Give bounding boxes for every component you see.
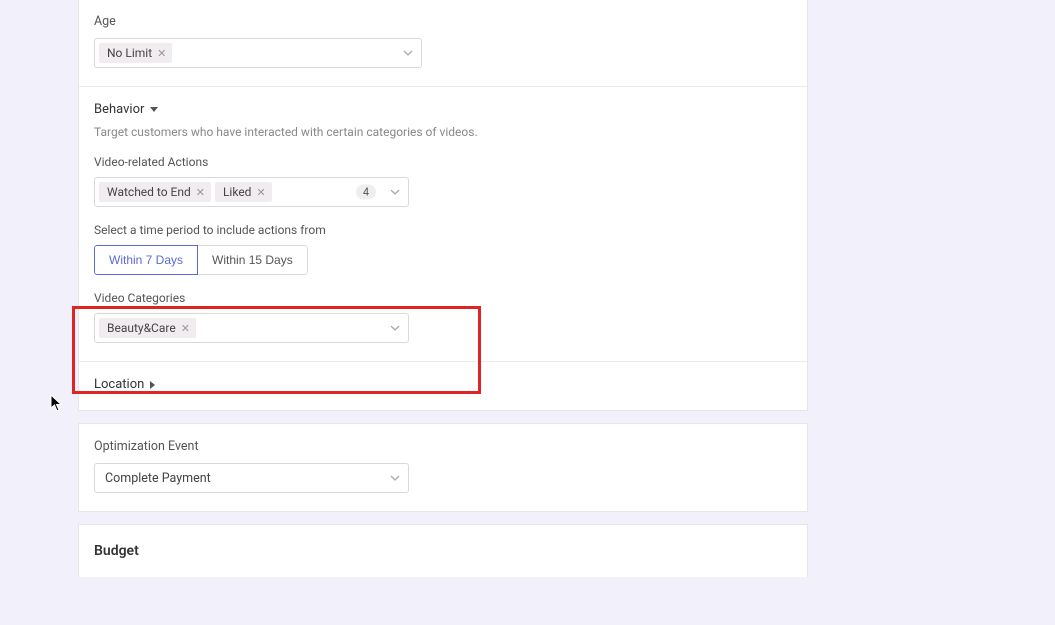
chevron-down-icon <box>390 187 400 197</box>
location-toggle[interactable]: Location <box>94 377 155 392</box>
time-period-option-15[interactable]: Within 15 Days <box>197 245 308 275</box>
targeting-panel: Age No Limit ✕ Behavior Target customers… <box>78 0 808 411</box>
video-categories-label: Video Categories <box>94 291 792 305</box>
optimization-event-value: Complete Payment <box>99 471 211 486</box>
actions-count-badge: 4 <box>356 185 376 200</box>
triangle-right-icon <box>150 381 155 389</box>
behavior-description: Target customers who have interacted wit… <box>94 125 792 139</box>
location-section: Location <box>79 362 807 410</box>
optimization-event-panel: Optimization Event Complete Payment <box>78 423 808 512</box>
cursor-icon <box>50 394 64 412</box>
budget-title: Budget <box>79 525 807 577</box>
age-chip-no-limit: No Limit ✕ <box>99 43 172 63</box>
chip-text: No Limit <box>107 46 152 60</box>
video-actions-select[interactable]: Watched to End ✕ Liked ✕ 4 <box>94 177 409 207</box>
age-select[interactable]: No Limit ✕ <box>94 38 422 68</box>
remove-chip-icon[interactable]: ✕ <box>256 187 265 198</box>
behavior-title: Behavior <box>94 102 144 117</box>
behavior-section: Behavior Target customers who have inter… <box>79 87 807 362</box>
time-period-group: Within 7 Days Within 15 Days <box>94 245 308 275</box>
chip-text: Liked <box>223 185 251 199</box>
chip-text: Beauty&Care <box>107 321 176 335</box>
video-categories-select[interactable]: Beauty&Care ✕ <box>94 313 409 343</box>
age-label: Age <box>94 14 792 29</box>
location-title: Location <box>94 377 144 392</box>
time-period-option-7[interactable]: Within 7 Days <box>94 245 198 275</box>
video-actions-label: Video-related Actions <box>94 155 792 169</box>
chevron-down-icon <box>390 323 400 333</box>
budget-panel: Budget <box>78 524 808 577</box>
behavior-toggle[interactable]: Behavior <box>94 102 158 117</box>
remove-chip-icon[interactable]: ✕ <box>181 323 190 334</box>
category-chip-beauty: Beauty&Care ✕ <box>99 318 196 338</box>
age-section: Age No Limit ✕ <box>79 0 807 87</box>
time-period-label: Select a time period to include actions … <box>94 223 792 237</box>
chevron-down-icon <box>403 48 413 58</box>
chevron-down-icon <box>390 473 400 483</box>
optimization-event-label: Optimization Event <box>94 439 792 454</box>
action-chip-watched: Watched to End ✕ <box>99 182 211 202</box>
chip-text: Watched to End <box>107 185 191 199</box>
action-chip-liked: Liked ✕ <box>215 182 272 202</box>
remove-chip-icon[interactable]: ✕ <box>196 187 205 198</box>
optimization-event-select[interactable]: Complete Payment <box>94 463 409 493</box>
remove-chip-icon[interactable]: ✕ <box>157 48 166 59</box>
triangle-down-icon <box>150 107 158 112</box>
